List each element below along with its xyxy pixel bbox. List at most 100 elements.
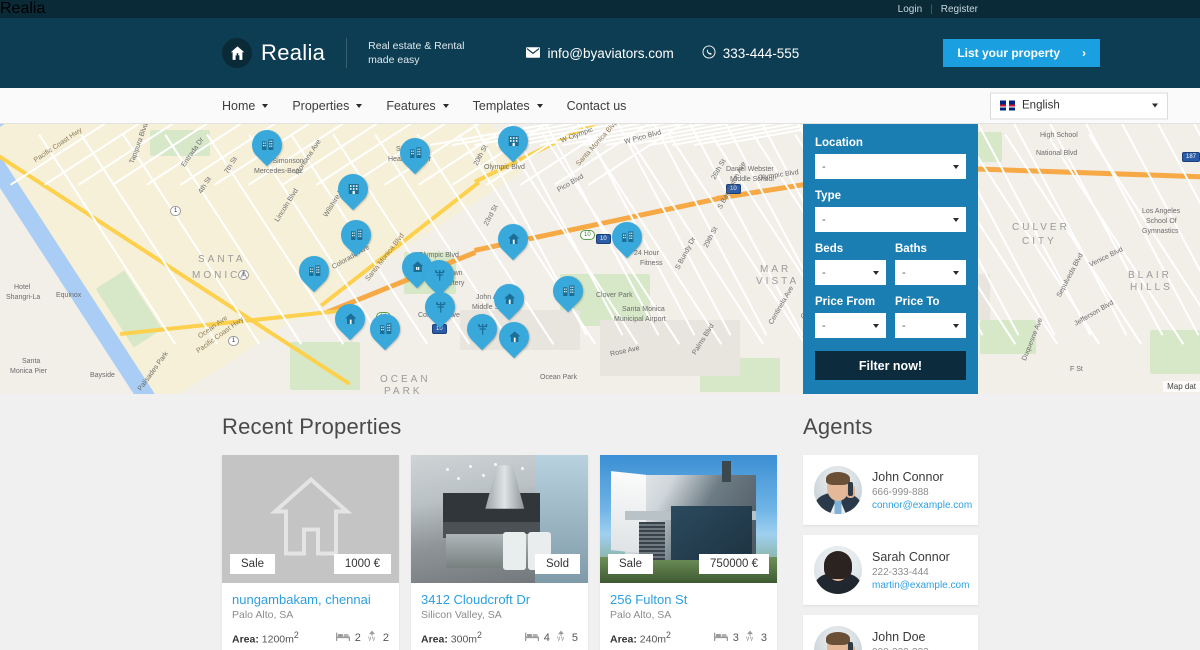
- house-icon: [343, 312, 358, 327]
- map-label: National Blvd: [1036, 150, 1078, 157]
- map-label: Olympic Blvd: [484, 164, 525, 171]
- property-card[interactable]: Sale 750000 € 256 Fulton St Palo Alto, SA Ar…: [600, 455, 777, 650]
- property-title-link[interactable]: 3412 Cloudcroft Dr: [421, 592, 578, 607]
- map-label: Equinox: [56, 292, 82, 299]
- filter-now-button[interactable]: Filter now!: [815, 351, 966, 380]
- main-navigation: Home Properties Features Templates Contact u…: [0, 88, 1200, 124]
- location-label: Location: [815, 137, 863, 149]
- interstate-shield: 187: [1182, 152, 1200, 162]
- nav-item-label: Contact us: [566, 98, 627, 113]
- agents-panel: Agents John Connor 666-999-888 connor@exam…: [803, 414, 978, 650]
- nav-item-home[interactable]: Home: [222, 98, 269, 113]
- logo-text: Realia: [261, 40, 326, 65]
- agent-phone: 222-333-444: [872, 566, 929, 578]
- list-your-property-button[interactable]: List your property ›: [943, 39, 1100, 67]
- map-label: Clover Park: [596, 292, 633, 299]
- type-select[interactable]: -: [815, 207, 966, 232]
- property-card[interactable]: Sale 1000 € nungambakam, chennai Palo Alto,…: [222, 455, 399, 650]
- map-label: School Of: [1146, 218, 1177, 225]
- beds-count: 4: [543, 632, 550, 644]
- map-label: MONICA: [192, 270, 250, 281]
- nav-item-properties[interactable]: Properties: [292, 99, 363, 113]
- map-label: Santa: [22, 358, 41, 365]
- map-label: Venice Blvd: [1088, 246, 1125, 269]
- tree-icon: [433, 300, 448, 315]
- property-image[interactable]: Sale 750000 €: [600, 455, 777, 583]
- language-label: English: [1022, 99, 1060, 112]
- map-marker-building[interactable]: [363, 307, 407, 351]
- agents-title: Agents: [803, 414, 873, 439]
- location-select[interactable]: -: [815, 154, 966, 179]
- agent-email-link[interactable]: martin@example.com: [872, 580, 969, 591]
- agent-card[interactable]: John Doe000-222-333john@example.com: [803, 615, 978, 650]
- beds-count: 3: [732, 632, 739, 644]
- page-content: Recent Properties Sale 1000 € nungambakam,…: [0, 394, 1200, 650]
- nav-item-templates[interactable]: Templates: [473, 99, 543, 113]
- agent-email-link[interactable]: connor@example.com: [872, 500, 972, 511]
- map-label: MAR: [760, 264, 792, 275]
- auth-separator: |: [930, 3, 933, 15]
- avatar: [814, 546, 862, 594]
- chevron-down-icon: [356, 103, 363, 108]
- logo[interactable]: Realia Real estate & Rental made easy: [222, 38, 464, 68]
- property-image[interactable]: Sale 1000 €: [222, 455, 399, 583]
- map-label: Daniel Webster: [726, 166, 774, 173]
- header-phone[interactable]: 333-444-555: [702, 45, 800, 62]
- header-email[interactable]: info@byaviators.com: [526, 46, 674, 61]
- agent-info: John Doe000-222-333john@example.com: [872, 630, 961, 650]
- language-selector[interactable]: English: [990, 92, 1168, 119]
- building-icon: [561, 284, 576, 299]
- bath-icon: [366, 630, 378, 646]
- agent-name: John Connor: [872, 469, 944, 484]
- map-label: Fitness: [640, 260, 663, 267]
- map-label: High School: [1040, 132, 1078, 139]
- nav-item-contact-us[interactable]: Contact us: [567, 99, 627, 113]
- type-value: -: [822, 213, 826, 226]
- login-link[interactable]: Login: [898, 4, 922, 15]
- price-to-value: -: [902, 319, 906, 332]
- property-title-link[interactable]: nungambakam, chennai: [232, 592, 389, 607]
- area-label: Area:: [610, 633, 637, 646]
- top-bar: Realia Login | Register: [0, 0, 1200, 18]
- beds-select[interactable]: -: [815, 260, 886, 285]
- map-label: PARK: [384, 386, 423, 394]
- tagline-line-2: made easy: [368, 54, 420, 66]
- agent-card[interactable]: John Connor 666-999-888 connor@example.com: [803, 455, 978, 525]
- chevron-down-icon: [1152, 103, 1158, 108]
- baths-select[interactable]: -: [895, 260, 966, 285]
- price-to-label: Price To: [895, 296, 940, 308]
- agent-name: John Doe: [872, 629, 926, 644]
- baths-count: 2: [382, 632, 389, 644]
- map-label: Mercedes-Benz: [254, 168, 304, 175]
- bath-icon: [555, 630, 567, 646]
- property-card[interactable]: Sold 3412 Cloudcroft Dr Silicon Valley, SA…: [411, 455, 588, 650]
- site-header: Realia Real estate & Rental made easy in…: [0, 18, 1200, 88]
- baths-count: 3: [760, 632, 767, 644]
- area-value: 300m: [450, 633, 478, 646]
- building-icon: [620, 230, 635, 245]
- topbar-auth-links: Login | Register: [898, 4, 978, 15]
- area-label: Area:: [421, 633, 448, 646]
- agent-name: Sarah Connor: [872, 549, 950, 564]
- header-phone-text: 333-444-555: [722, 45, 800, 61]
- nav-item-features[interactable]: Features: [386, 99, 449, 113]
- property-area: Area: 300m2: [421, 630, 482, 646]
- baths-count: 5: [571, 632, 578, 644]
- register-link[interactable]: Register: [941, 4, 978, 15]
- map-label: Municipal Airport: [614, 316, 666, 323]
- map-area[interactable]: 1 1 1 10 10 10 187 1A 10 Pacific Coast H…: [0, 124, 1200, 394]
- property-details: nungambakam, chennai Palo Alto, SA Area: 1…: [222, 583, 399, 650]
- tree-icon: [432, 268, 447, 283]
- price-from-select[interactable]: -: [815, 313, 886, 338]
- property-title-link[interactable]: 256 Fulton St: [610, 592, 767, 607]
- avatar: [814, 466, 862, 514]
- price-to-select[interactable]: -: [895, 313, 966, 338]
- bed-icon: [524, 631, 539, 645]
- property-location: Silicon Valley, SA: [421, 609, 502, 621]
- nav-item-label: Home: [222, 98, 256, 113]
- header-contact: info@byaviators.com 333-444-555: [526, 45, 799, 62]
- bath-icon: [744, 630, 756, 646]
- property-details: 3412 Cloudcroft Dr Silicon Valley, SA Area…: [411, 583, 588, 650]
- agent-card[interactable]: Sarah Connor 222-333-444 martin@example.co…: [803, 535, 978, 605]
- property-image[interactable]: Sold: [411, 455, 588, 583]
